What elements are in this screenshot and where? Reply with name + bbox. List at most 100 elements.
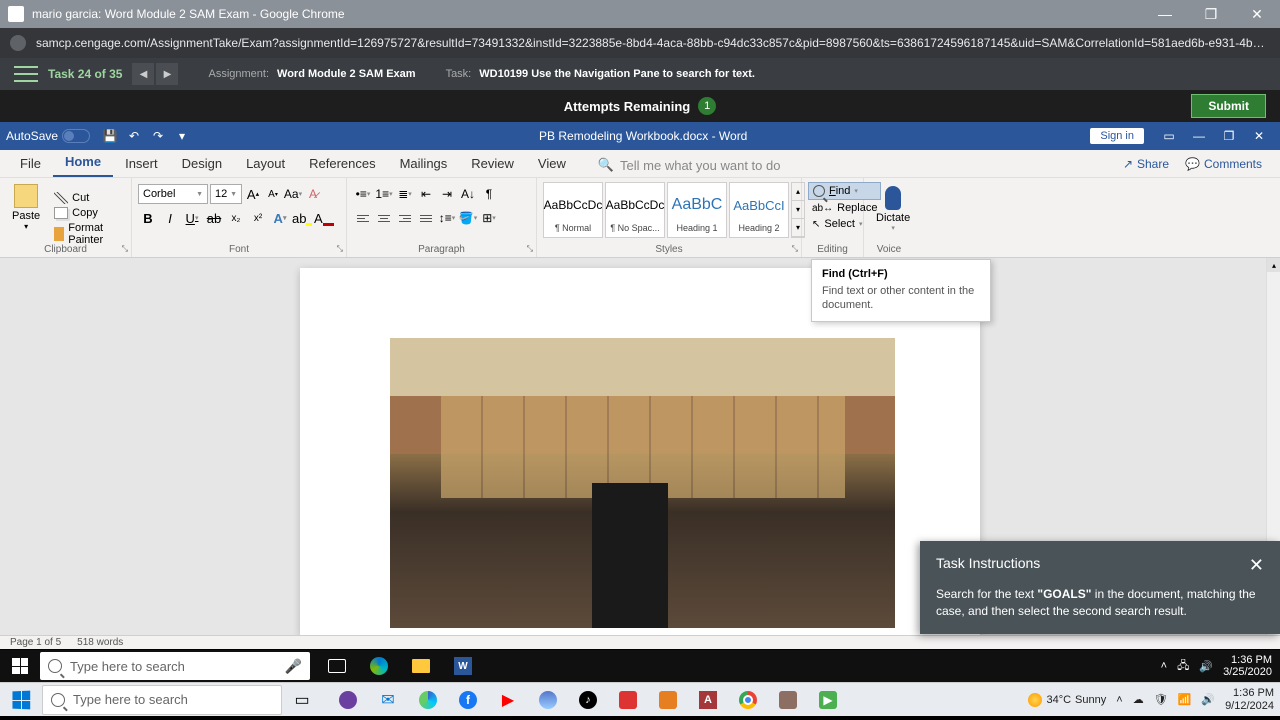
increase-indent-button[interactable]: ⇥ [437, 184, 457, 204]
app-brown[interactable] [768, 684, 808, 716]
numbering-button[interactable]: 1≡▾ [374, 184, 394, 204]
justify-button[interactable] [416, 208, 436, 228]
bold-button[interactable]: B [138, 208, 158, 228]
font-dialog-launcher[interactable]: ⤡ [337, 244, 343, 254]
subscript-button[interactable]: x₂ [226, 208, 246, 228]
style-heading2[interactable]: AaBbCcIHeading 2 [729, 182, 789, 238]
ribbon-display-icon[interactable]: ▭ [1154, 126, 1184, 146]
app-mail[interactable]: ✉ [368, 684, 408, 716]
tray-chevron-icon[interactable]: ˄ [1116, 694, 1122, 706]
minimize-button[interactable]: — [1142, 0, 1188, 28]
scroll-up-button[interactable]: ▴ [1267, 258, 1280, 272]
inner-search-box[interactable]: Type here to search 🎤 [40, 652, 310, 680]
outer-search-box[interactable]: Type here to search [42, 685, 282, 715]
italic-button[interactable]: I [160, 208, 180, 228]
font-name-select[interactable]: Corbel▼ [138, 184, 208, 204]
outer-clock[interactable]: 1:36 PM 9/12/2024 [1225, 687, 1274, 711]
multilevel-list-button[interactable]: ≣▾ [395, 184, 415, 204]
clear-formatting-button[interactable]: A̷ [304, 184, 322, 204]
tab-review[interactable]: Review [459, 150, 526, 177]
share-button[interactable]: ↗Share [1115, 155, 1177, 173]
tray-chevron-icon[interactable]: ˄ [1161, 660, 1167, 672]
line-spacing-button[interactable]: ↕≡▾ [437, 208, 457, 228]
cut-button[interactable]: Cut [50, 191, 125, 205]
font-size-select[interactable]: 12▼ [210, 184, 242, 204]
paragraph-dialog-launcher[interactable]: ⤡ [527, 244, 533, 254]
save-icon[interactable]: 💾 [100, 126, 120, 146]
style-normal[interactable]: AaBbCcDc¶ Normal [543, 182, 603, 238]
inner-start-button[interactable] [0, 650, 40, 682]
defender-icon[interactable]: 🛡 [1154, 693, 1168, 706]
clipboard-dialog-launcher[interactable]: ⤡ [122, 244, 128, 254]
submit-button[interactable]: Submit [1191, 94, 1266, 118]
shrink-font-button[interactable]: A▾ [264, 184, 282, 204]
word-minimize-button[interactable]: — [1184, 126, 1214, 146]
site-info-icon[interactable] [10, 35, 26, 51]
edge-app-button[interactable] [358, 650, 400, 682]
text-effects-button[interactable]: A▾ [270, 208, 290, 228]
kitchen-image[interactable] [390, 338, 895, 628]
onedrive-icon[interactable]: ☁ [1133, 693, 1144, 706]
app-tiktok[interactable]: ♪ [568, 684, 608, 716]
task-view-button[interactable] [316, 650, 358, 682]
word-maximize-button[interactable]: ❐ [1214, 126, 1244, 146]
next-task-button[interactable]: ▶ [156, 63, 178, 85]
shading-button[interactable]: 🪣▾ [458, 208, 478, 228]
tab-home[interactable]: Home [53, 148, 113, 177]
styles-gallery[interactable]: AaBbCcDc¶ Normal AaBbCcDc¶ No Spac... Aa… [543, 182, 805, 238]
tab-references[interactable]: References [297, 150, 387, 177]
signin-button[interactable]: Sign in [1090, 128, 1144, 144]
inner-clock[interactable]: 1:36 PM 3/25/2020 [1223, 654, 1272, 678]
weather-widget[interactable]: 34°C Sunny [1028, 693, 1106, 707]
cortana-mic-icon[interactable]: 🎤 [285, 658, 302, 675]
superscript-button[interactable]: x² [248, 208, 268, 228]
wifi-icon[interactable]: 📶 [1178, 693, 1192, 706]
show-marks-button[interactable]: ¶ [479, 184, 499, 204]
tab-file[interactable]: File [8, 150, 53, 177]
explorer-app-button[interactable] [400, 650, 442, 682]
app-access[interactable]: A [688, 684, 728, 716]
tab-insert[interactable]: Insert [113, 150, 170, 177]
app-edge[interactable] [408, 684, 448, 716]
app-chrome[interactable] [728, 684, 768, 716]
app-red[interactable] [608, 684, 648, 716]
outer-start-button[interactable] [0, 683, 42, 717]
format-painter-button[interactable]: Format Painter [50, 221, 125, 247]
copy-button[interactable]: Copy [50, 206, 125, 220]
app-youtube[interactable]: ▶ [488, 684, 528, 716]
align-right-button[interactable] [395, 208, 415, 228]
page-indicator[interactable]: Page 1 of 5 [10, 637, 61, 648]
tab-design[interactable]: Design [170, 150, 234, 177]
maximize-button[interactable]: ❐ [1188, 0, 1234, 28]
app-orange[interactable] [648, 684, 688, 716]
style-no-spacing[interactable]: AaBbCcDc¶ No Spac... [605, 182, 665, 238]
undo-icon[interactable]: ↶ [124, 126, 144, 146]
network-icon[interactable]: 🖧 [1177, 657, 1189, 676]
prev-task-button[interactable]: ◀ [132, 63, 154, 85]
tab-view[interactable]: View [526, 150, 578, 177]
app-green[interactable]: ▶ [808, 684, 848, 716]
document-page[interactable] [300, 268, 980, 636]
volume-icon[interactable]: 🔊 [1199, 660, 1213, 673]
style-heading1[interactable]: AaBbCHeading 1 [667, 182, 727, 238]
comments-button[interactable]: 💬Comments [1177, 155, 1270, 173]
word-count[interactable]: 518 words [77, 637, 123, 648]
qa-customize-icon[interactable]: ▾ [172, 126, 192, 146]
tab-layout[interactable]: Layout [234, 150, 297, 177]
styles-dialog-launcher[interactable]: ⤡ [792, 244, 798, 254]
redo-icon[interactable]: ↷ [148, 126, 168, 146]
menu-icon[interactable] [14, 66, 38, 82]
change-case-button[interactable]: Aa▾ [284, 184, 302, 204]
url-text[interactable]: samcp.cengage.com/AssignmentTake/Exam?as… [36, 36, 1270, 50]
borders-button[interactable]: ⊞▾ [479, 208, 499, 228]
highlight-button[interactable]: ab [292, 208, 312, 228]
word-app-button[interactable]: W [442, 650, 484, 682]
app-photos[interactable] [528, 684, 568, 716]
task-view-button[interactable]: ▭ [282, 684, 322, 716]
tell-me-search[interactable]: 🔍 Tell me what you want to do [598, 157, 781, 177]
app-facebook[interactable]: f [448, 684, 488, 716]
align-center-button[interactable] [374, 208, 394, 228]
decrease-indent-button[interactable]: ⇤ [416, 184, 436, 204]
app-clipchamp[interactable] [328, 684, 368, 716]
word-close-button[interactable]: ✕ [1244, 126, 1274, 146]
